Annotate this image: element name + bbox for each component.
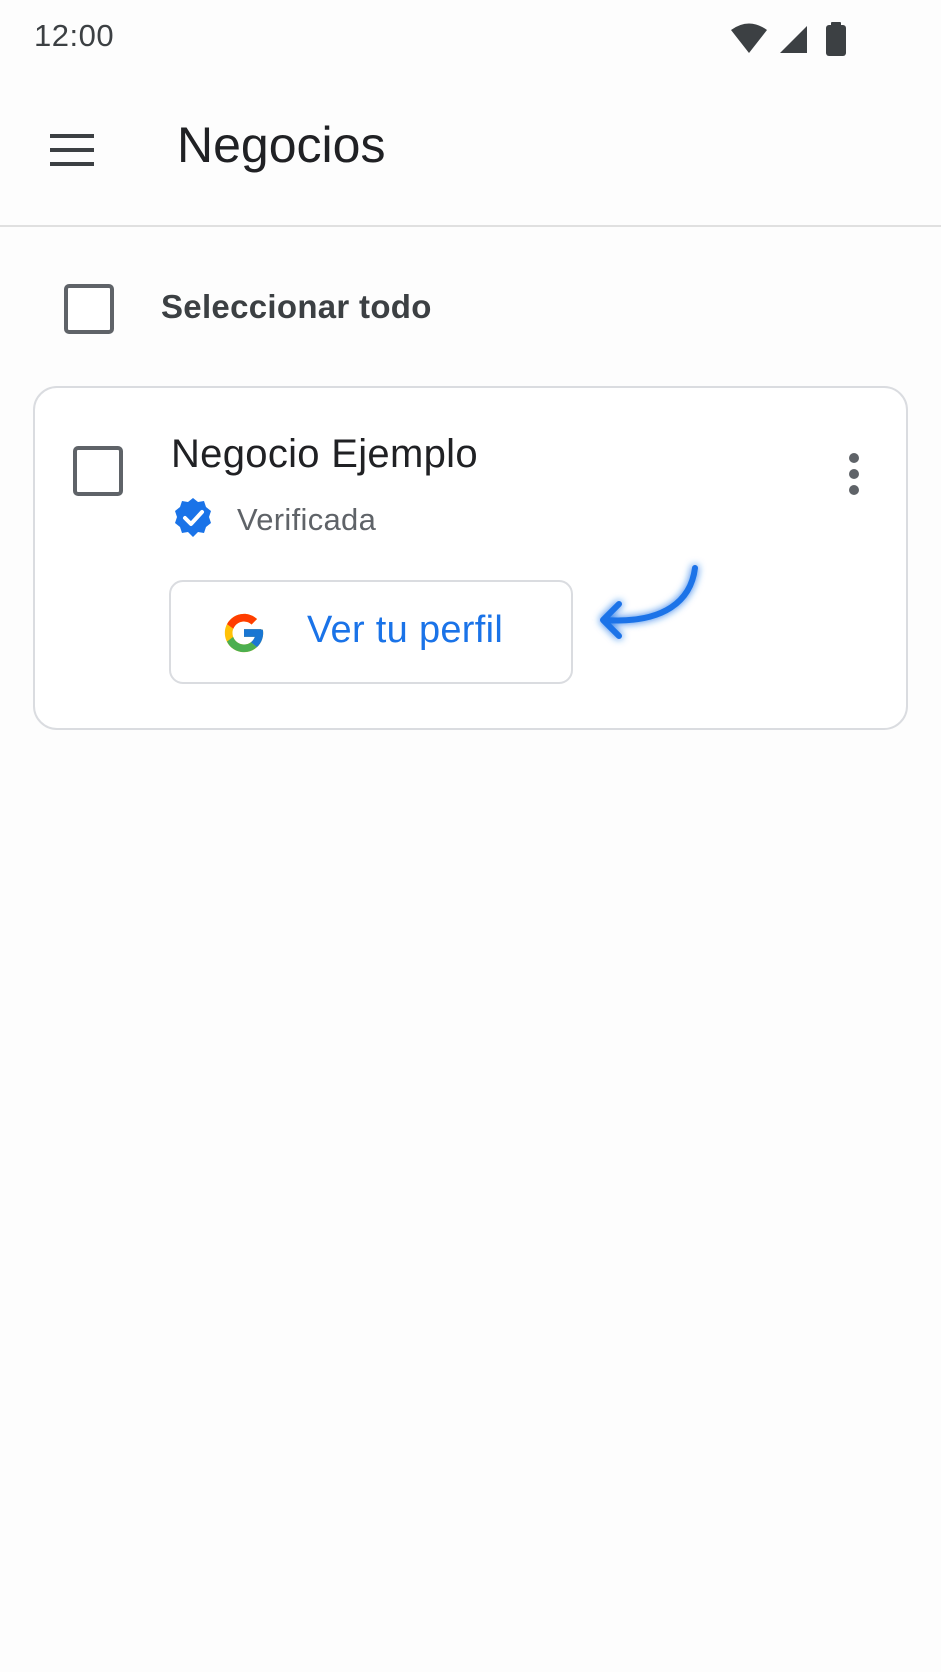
page-title: Negocios — [177, 117, 386, 173]
verified-badge-icon — [171, 496, 215, 545]
signal-icon — [777, 23, 809, 60]
more-vert-icon — [846, 452, 862, 501]
select-all-row[interactable]: Seleccionar todo — [0, 270, 941, 350]
wifi-icon — [729, 23, 769, 60]
status-icons — [729, 22, 847, 61]
status-time: 12:00 — [34, 18, 115, 53]
battery-icon — [825, 22, 847, 61]
curved-arrow-icon — [591, 564, 701, 656]
verified-status: Verificada — [171, 496, 377, 545]
view-profile-button[interactable]: Ver tu perfil — [169, 580, 573, 684]
status-bar: 12:00 — [0, 0, 941, 80]
business-name: Negocio Ejemplo — [171, 432, 478, 476]
verified-label: Verificada — [237, 502, 377, 537]
view-profile-label: Ver tu perfil — [307, 609, 504, 651]
more-options-button[interactable] — [834, 448, 874, 504]
business-card: Negocio Ejemplo Verificada Ver tu perfil — [33, 386, 908, 730]
select-all-checkbox[interactable] — [64, 284, 114, 334]
google-logo-icon — [221, 610, 267, 656]
menu-icon — [48, 132, 96, 173]
menu-button[interactable] — [40, 120, 104, 184]
select-all-label: Seleccionar todo — [161, 288, 432, 325]
business-checkbox[interactable] — [73, 446, 123, 496]
app-bar: Negocios — [0, 80, 941, 227]
